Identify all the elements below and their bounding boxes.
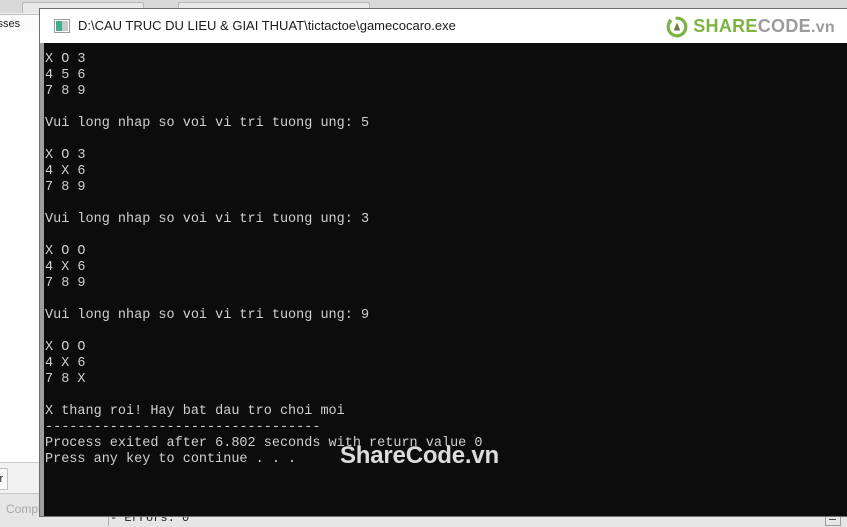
console-line: 7 8 X — [45, 372, 86, 387]
console-window: D:\CAU TRUC DU LIEU & GIAI THUAT\tictact… — [40, 9, 847, 516]
console-line: 4 5 6 — [45, 68, 86, 83]
console-line: 7 8 9 — [45, 180, 86, 195]
logo-share-text: SHARE — [693, 16, 758, 36]
console-line: X O O — [45, 244, 86, 259]
console-line: ---------------------------------- — [45, 420, 321, 435]
ide-tab-compiler[interactable]: ler — [0, 468, 9, 490]
console-line: 4 X 6 — [45, 356, 86, 371]
console-output-text: X O 34 5 67 8 9 Vui long nhap so voi vi … — [45, 52, 482, 468]
console-line: X thang roi! Hay bat dau tro choi moi — [45, 404, 345, 419]
console-scrollbar[interactable] — [40, 43, 44, 516]
sharecode-logo-icon — [666, 16, 688, 38]
console-titlebar[interactable]: D:\CAU TRUC DU LIEU & GIAI THUAT\tictact… — [40, 9, 847, 43]
sharecode-logo: SHARECODE.vn — [666, 15, 835, 39]
logo-code-text: CODE — [757, 16, 811, 36]
console-line: Vui long nhap so voi vi tri tuong ung: 9 — [45, 308, 370, 323]
console-line: Vui long nhap so voi vi tri tuong ung: 5 — [45, 116, 370, 131]
console-line: 4 X 6 — [45, 164, 86, 179]
console-line: X O 3 — [45, 148, 86, 163]
sharecode-logo-text: SHARECODE.vn — [693, 15, 835, 39]
console-title: D:\CAU TRUC DU LIEU & GIAI THUAT\tictact… — [78, 18, 456, 33]
console-window-icon — [54, 19, 70, 33]
console-line: Vui long nhap so voi vi tri tuong ung: 3 — [45, 212, 370, 227]
console-line: X O 3 — [45, 52, 86, 67]
console-line: 4 X 6 — [45, 260, 86, 275]
console-line: X O O — [45, 340, 86, 355]
ide-tab-classes[interactable]: lasses — [0, 14, 40, 32]
console-line: 7 8 9 — [45, 276, 86, 291]
console-line: 7 8 9 — [45, 84, 86, 99]
logo-vn-text: .vn — [810, 19, 835, 36]
console-body[interactable]: X O 34 5 67 8 9 Vui long nhap so voi vi … — [40, 43, 847, 516]
watermark-sharecode: ShareCode.vn — [340, 442, 499, 469]
screenshot-root: lasses ler Compila - Errors: 0 D:\CAU TR… — [0, 0, 847, 527]
